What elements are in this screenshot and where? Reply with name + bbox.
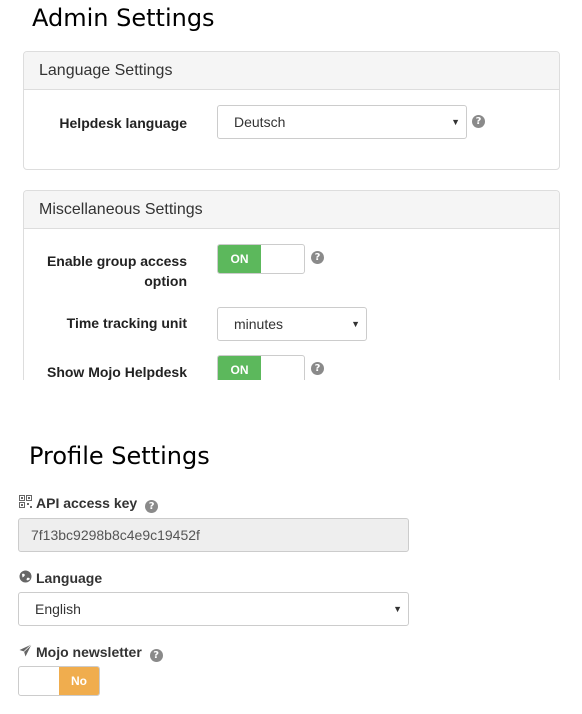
toggle-on-state: ON xyxy=(218,245,261,273)
question-circle-icon[interactable]: ? xyxy=(145,500,159,513)
question-circle-icon[interactable]: ? xyxy=(311,362,324,375)
group-access-toggle[interactable]: ON xyxy=(217,244,305,274)
helpdesk-language-value: Deutsch xyxy=(234,114,286,130)
globe-icon xyxy=(18,569,32,587)
profile-settings-title: Profile Settings xyxy=(29,442,210,470)
group-access-label-line2: option xyxy=(144,273,187,289)
language-label: Language xyxy=(18,569,102,587)
helpdesk-language-select[interactable]: Deutsch ▼ xyxy=(217,105,467,139)
time-tracking-label: Time tracking unit xyxy=(66,315,187,331)
show-mojo-label: Show Mojo Helpdesk xyxy=(46,364,187,380)
api-access-key-field[interactable]: 7f13bc9298b8c4e9c19452f xyxy=(18,518,409,552)
toggle-no-state: No xyxy=(59,667,99,695)
mojo-newsletter-text: Mojo newsletter xyxy=(36,644,142,660)
helpdesk-language-label: Helpdesk language xyxy=(59,115,187,131)
miscellaneous-settings-heading: Miscellaneous Settings xyxy=(24,191,559,229)
api-access-key-label: API access key ? xyxy=(18,494,159,513)
language-settings-heading: Language Settings xyxy=(24,52,559,90)
group-access-label: Enable group access option xyxy=(47,251,187,291)
question-circle-icon[interactable]: ? xyxy=(311,251,324,264)
caret-down-icon: ▼ xyxy=(451,117,460,127)
mojo-newsletter-toggle[interactable]: No xyxy=(18,666,100,696)
time-tracking-value: minutes xyxy=(234,316,284,332)
admin-settings-title: Admin Settings xyxy=(32,4,215,32)
paper-plane-icon xyxy=(18,643,32,661)
group-access-label-line1: Enable group access xyxy=(46,253,187,269)
mojo-newsletter-label: Mojo newsletter ? xyxy=(18,643,163,662)
caret-down-icon: ▼ xyxy=(393,604,402,614)
caret-down-icon: ▼ xyxy=(351,319,360,329)
language-settings-panel: Language Settings Helpdesk language Deut… xyxy=(23,51,560,170)
question-circle-icon[interactable]: ? xyxy=(149,649,163,662)
profile-language-select[interactable]: English ▼ xyxy=(18,592,409,626)
language-text: Language xyxy=(36,570,103,586)
qrcode-icon xyxy=(18,494,32,512)
toggle-on-state: ON xyxy=(218,356,261,380)
profile-language-value: English xyxy=(35,601,81,617)
api-access-key-text: API access key xyxy=(36,495,138,511)
miscellaneous-settings-panel: Miscellaneous Settings Enable group acce… xyxy=(23,190,560,380)
show-mojo-toggle[interactable]: ON xyxy=(217,355,305,380)
question-circle-icon[interactable]: ? xyxy=(472,115,485,128)
time-tracking-select[interactable]: minutes ▼ xyxy=(217,307,367,341)
